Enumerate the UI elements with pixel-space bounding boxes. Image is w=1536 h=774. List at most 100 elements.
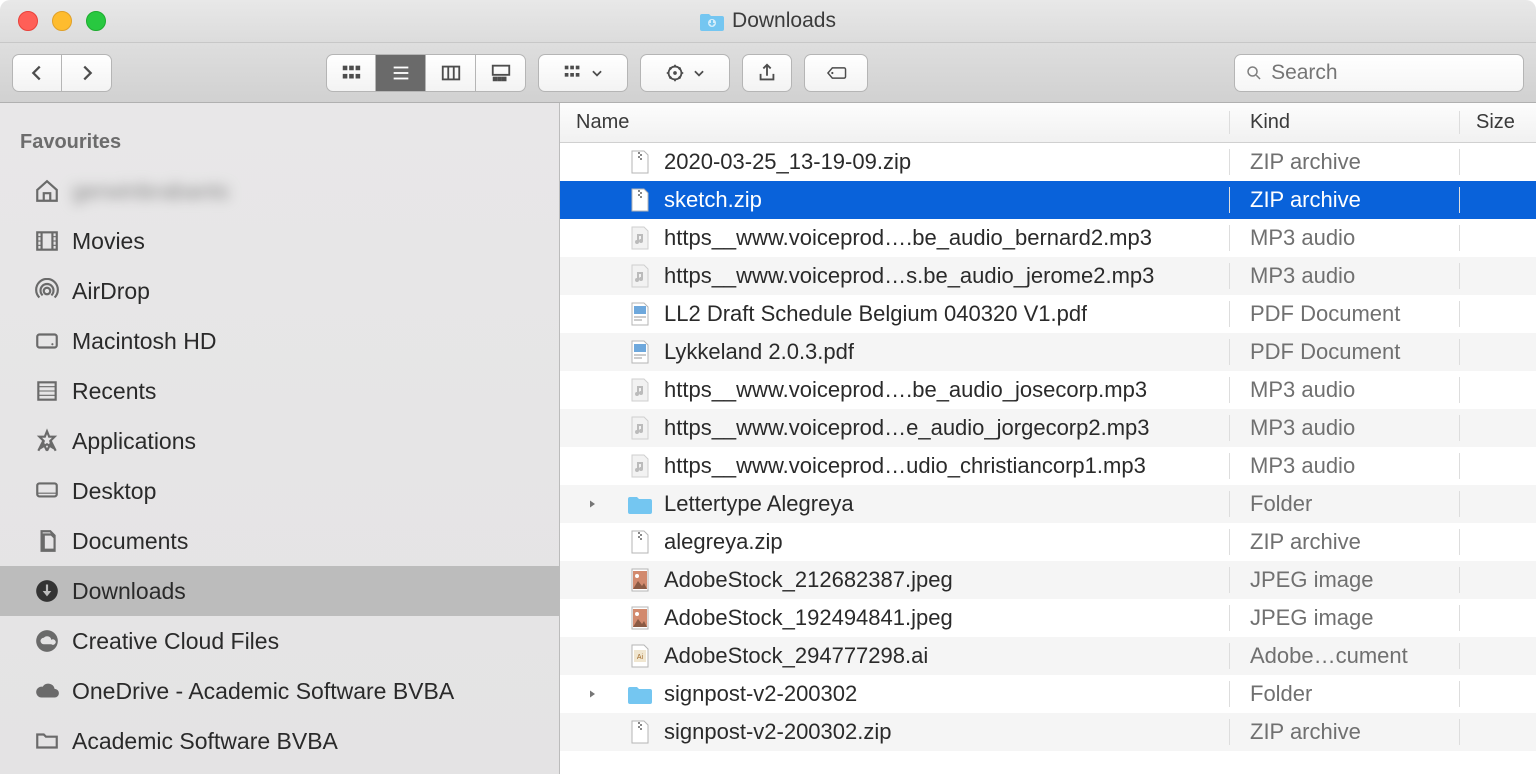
file-row[interactable]: LL2 Draft Schedule Belgium 040320 V1.pdf… — [560, 295, 1536, 333]
file-row[interactable]: alegreya.zipZIP archive — [560, 523, 1536, 561]
sidebar-item-downloads[interactable]: Downloads — [0, 566, 559, 616]
file-row[interactable]: signpost-v2-200302 Folder — [560, 675, 1536, 713]
view-columns-button[interactable] — [426, 54, 476, 92]
desktop-icon — [34, 478, 60, 504]
pdf-icon — [628, 302, 652, 326]
file-name: AdobeStock_192494841.jpeg — [664, 605, 953, 631]
file-row[interactable]: Ai AdobeStock_294777298.ai Adobe…cument — [560, 637, 1536, 675]
downloads-folder-icon — [700, 11, 724, 31]
minimize-button[interactable] — [52, 11, 72, 31]
zoom-button[interactable] — [86, 11, 106, 31]
file-kind: ZIP archive — [1230, 187, 1460, 213]
audio-icon — [628, 226, 652, 250]
file-kind: MP3 audio — [1230, 225, 1460, 251]
content-pane: Name Kind Size 2020-03-25_13-19-09.zip ZI… — [560, 103, 1536, 774]
apps-icon — [34, 428, 60, 454]
house-icon — [34, 178, 60, 204]
sidebar-item-recents[interactable]: Recents — [0, 366, 559, 416]
sidebar-item-label: gerwinbrabants — [72, 178, 229, 205]
zip-icon — [628, 530, 652, 554]
column-header-name[interactable]: Name — [560, 111, 1230, 134]
forward-button[interactable] — [62, 54, 112, 92]
pdf-icon — [628, 340, 652, 364]
file-row[interactable]: Lettertype AlegreyaFolder — [560, 485, 1536, 523]
sidebar-item-label: Macintosh HD — [72, 328, 216, 355]
file-row[interactable]: https__www.voiceprod…s.be_audio_jerome2.… — [560, 257, 1536, 295]
sidebar-item-home[interactable]: gerwinbrabants — [0, 166, 559, 216]
file-row[interactable]: sketch.zipZIP archive — [560, 181, 1536, 219]
disclosure-triangle-icon[interactable] — [586, 498, 598, 510]
sidebar-item-macintoshhd[interactable]: Macintosh HD — [0, 316, 559, 366]
sidebar-item-airdrop[interactable]: AirDrop — [0, 266, 559, 316]
file-row[interactable]: 2020-03-25_13-19-09.zip ZIP archive — [560, 143, 1536, 181]
file-kind: JPEG image — [1230, 567, 1460, 593]
column-header-kind[interactable]: Kind — [1230, 111, 1460, 134]
sidebar-item-onedrive[interactable]: OneDrive - Academic Software BVBA — [0, 666, 559, 716]
view-icons-button[interactable] — [326, 54, 376, 92]
close-button[interactable] — [18, 11, 38, 31]
file-kind: Folder — [1230, 681, 1460, 707]
file-kind: ZIP archive — [1230, 719, 1460, 745]
arrange-menu[interactable] — [538, 54, 628, 92]
file-name: https__www.voiceprod…e_audio_jorgecorp2.… — [664, 415, 1150, 441]
view-gallery-button[interactable] — [476, 54, 526, 92]
sidebar-item-label: Recents — [72, 378, 156, 405]
sidebar-item-documents[interactable]: Documents — [0, 516, 559, 566]
tags-button[interactable] — [804, 54, 868, 92]
titlebar: Downloads — [0, 0, 1536, 43]
view-list-button[interactable] — [376, 54, 426, 92]
file-name: 2020-03-25_13-19-09.zip — [664, 149, 911, 175]
file-list: 2020-03-25_13-19-09.zipZIP archivesketch… — [560, 143, 1536, 774]
file-row[interactable]: https__www.voiceprod….be_audio_bernard2.… — [560, 219, 1536, 257]
back-button[interactable] — [12, 54, 62, 92]
sidebar-item-asb[interactable]: Academic Software BVBA — [0, 716, 559, 766]
file-kind: Adobe…cument — [1230, 643, 1460, 669]
sidebar-item-desktop[interactable]: Desktop — [0, 466, 559, 516]
column-header-size[interactable]: Size — [1460, 111, 1536, 134]
audio-icon — [628, 264, 652, 288]
ai-icon: Ai — [628, 644, 652, 668]
file-row[interactable]: Lykkeland 2.0.3.pdf PDF Document — [560, 333, 1536, 371]
sidebar-item-label: Applications — [72, 428, 196, 455]
sidebar-item-ccf[interactable]: Creative Cloud Files — [0, 616, 559, 666]
file-row[interactable]: signpost-v2-200302.zip ZIP archive — [560, 713, 1536, 751]
file-name: https__www.voiceprod….be_audio_bernard2.… — [664, 225, 1152, 251]
zip-icon — [628, 150, 652, 174]
zip-icon — [628, 720, 652, 744]
file-kind: MP3 audio — [1230, 263, 1460, 289]
sidebar-item-label: Movies — [72, 228, 145, 255]
file-row[interactable]: AdobeStock_212682387.jpeg JPEG image — [560, 561, 1536, 599]
file-name: https__www.voiceprod…s.be_audio_jerome2.… — [664, 263, 1154, 289]
file-row[interactable]: https__www.voiceprod….be_audio_josecorp.… — [560, 371, 1536, 409]
search-box[interactable] — [1234, 54, 1524, 92]
file-row[interactable]: AdobeStock_192494841.jpegJPEG image — [560, 599, 1536, 637]
file-row[interactable]: https__www.voiceprod…e_audio_jorgecorp2.… — [560, 409, 1536, 447]
file-name: AdobeStock_294777298.ai — [664, 643, 928, 669]
sidebar-item-label: Creative Cloud Files — [72, 628, 279, 655]
file-kind: PDF Document — [1230, 339, 1460, 365]
sidebar-item-movies[interactable]: Movies — [0, 216, 559, 266]
file-name: AdobeStock_212682387.jpeg — [664, 567, 953, 593]
svg-text:Ai: Ai — [637, 654, 644, 661]
share-button[interactable] — [742, 54, 792, 92]
file-row[interactable]: https__www.voiceprod…udio_christiancorp1… — [560, 447, 1536, 485]
search-input[interactable] — [1271, 61, 1513, 85]
audio-icon — [628, 454, 652, 478]
file-name: signpost-v2-200302 — [664, 681, 857, 707]
chevron-down-icon — [692, 62, 706, 84]
search-icon — [1245, 63, 1263, 83]
sidebar-item-applications[interactable]: Applications — [0, 416, 559, 466]
folder-icon — [34, 728, 60, 754]
sidebar-item-label: Academic Software BVBA — [72, 728, 338, 755]
disclosure-triangle-icon[interactable] — [586, 688, 598, 700]
jpeg-icon — [628, 606, 652, 630]
file-name: Lykkeland 2.0.3.pdf — [664, 339, 854, 365]
file-name: LL2 Draft Schedule Belgium 040320 V1.pdf — [664, 301, 1087, 327]
file-kind: PDF Document — [1230, 301, 1460, 327]
file-kind: MP3 audio — [1230, 453, 1460, 479]
file-name: signpost-v2-200302.zip — [664, 719, 891, 745]
documents-icon — [34, 528, 60, 554]
sidebar-item-label: OneDrive - Academic Software BVBA — [72, 678, 454, 705]
file-kind: ZIP archive — [1230, 149, 1460, 175]
action-menu[interactable] — [640, 54, 730, 92]
